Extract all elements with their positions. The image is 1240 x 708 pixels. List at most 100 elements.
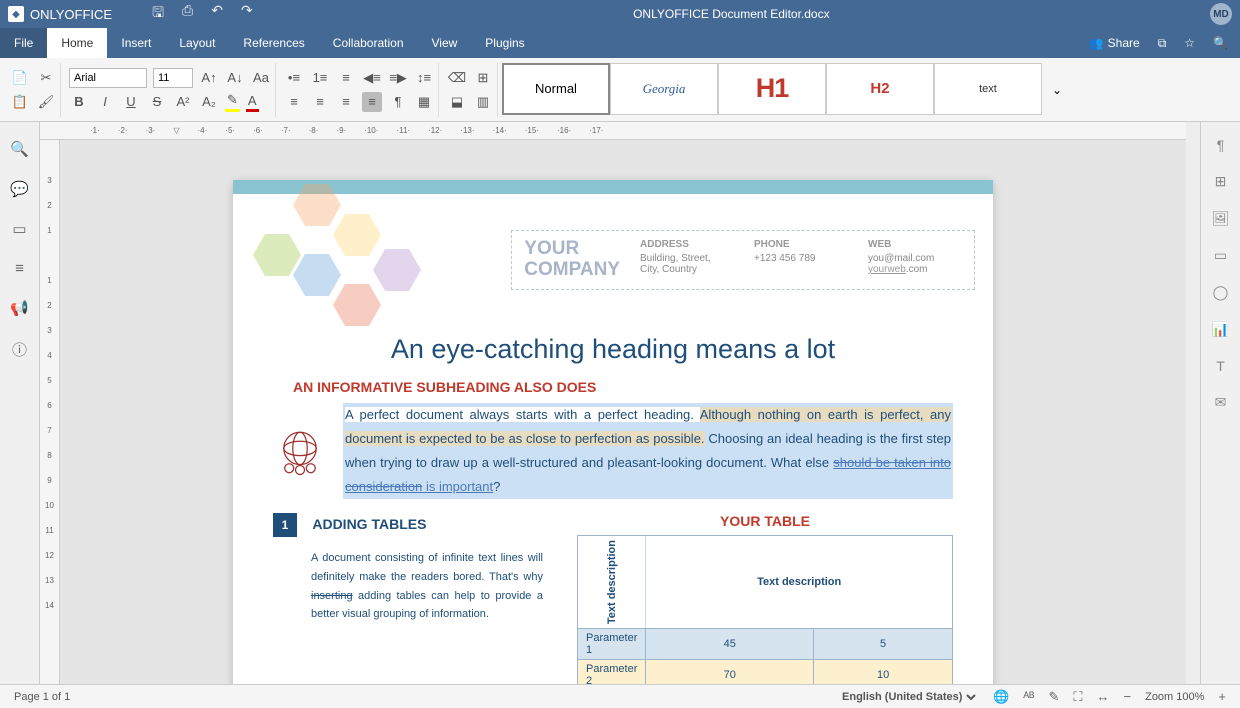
title-bar: ◆ ONLYOFFICE 🖫 ⎙ ↶ ↷ ONLYOFFICE Document… (0, 0, 1240, 28)
style-georgia[interactable]: Georgia (610, 63, 718, 115)
numbering-icon[interactable]: 1≡ (310, 68, 330, 88)
fit-page-icon[interactable]: ⛶ (1073, 689, 1082, 705)
page[interactable]: YOURCOMPANY ADDRESSBuilding, Street,City… (233, 180, 993, 684)
share-button[interactable]: 👥 Share (1089, 36, 1140, 50)
track-changes-icon[interactable]: ✎ (1048, 689, 1059, 705)
chart-settings-icon[interactable]: 📊 (1212, 321, 1229, 338)
web-link[interactable]: yourweb (868, 264, 906, 275)
font-size-select[interactable] (153, 68, 193, 88)
bold-icon[interactable]: B (69, 92, 89, 112)
section-body[interactable]: A document consisting of infinite text l… (273, 549, 543, 624)
underline-icon[interactable]: U (121, 92, 141, 112)
zoom-out-icon[interactable]: − (1124, 689, 1132, 704)
comments-icon[interactable]: 💬 (10, 180, 29, 198)
style-expand-icon[interactable]: ⌄ (1042, 63, 1072, 117)
tab-references[interactable]: References (229, 28, 318, 58)
vertical-scrollbar[interactable] (1186, 122, 1200, 684)
style-text[interactable]: text (934, 63, 1042, 115)
tab-plugins[interactable]: Plugins (471, 28, 538, 58)
feedback-icon[interactable]: 📢 (10, 299, 29, 317)
justify-icon[interactable]: ≡ (362, 92, 382, 112)
increase-indent-icon[interactable]: ≡▶ (388, 68, 408, 88)
strike-icon[interactable]: S (147, 92, 167, 112)
document-area[interactable]: ·1··2··3·▽·4··5··6··7··8··9··10··11··12·… (40, 122, 1186, 684)
cut-icon[interactable]: ✂ (36, 68, 56, 88)
tab-collaboration[interactable]: Collaboration (319, 28, 418, 58)
style-normal[interactable]: Normal (502, 63, 610, 115)
font-family-select[interactable] (69, 68, 147, 88)
align-center-icon[interactable]: ≡ (310, 92, 330, 112)
navigation-icon[interactable]: ≡ (15, 260, 24, 277)
bullets-icon[interactable]: •≡ (284, 68, 304, 88)
zoom-in-icon[interactable]: + (1218, 689, 1226, 704)
find-icon[interactable]: 🔍 (10, 140, 29, 158)
table-row: Parameter 27010 (578, 660, 953, 684)
textart-settings-icon[interactable]: T (1216, 358, 1225, 374)
table-settings-icon[interactable]: ⊞ (1215, 173, 1227, 190)
mail-merge-icon[interactable]: ✉ (1215, 394, 1227, 411)
right-panel: ¶ ⊞ 🖼 ▭ ◯ 📊 T ✉ (1200, 122, 1240, 684)
data-table[interactable]: Text descriptionText description Paramet… (577, 535, 953, 684)
tab-home[interactable]: Home (47, 28, 107, 58)
columns-icon[interactable]: ▥ (473, 92, 493, 112)
favorite-icon[interactable]: ☆ (1184, 36, 1195, 50)
insert-table-icon[interactable]: ⊞ (473, 68, 493, 88)
spell-toggle-icon[interactable]: ᴬᴮ (1023, 689, 1034, 704)
clear-style-icon[interactable]: ⌫ (447, 68, 467, 88)
search-icon[interactable]: 🔍 (1213, 36, 1228, 50)
shape-settings-icon[interactable]: ◯ (1213, 284, 1229, 301)
left-panel: 🔍 💬 ▭ ≡ 📢 ⓘ (0, 122, 40, 684)
highlight-icon[interactable]: ✎ (225, 92, 240, 112)
copy-icon[interactable]: 📄 (10, 68, 30, 88)
align-right-icon[interactable]: ≡ (336, 92, 356, 112)
save-icon[interactable]: 🖫 (152, 2, 164, 26)
fit-width-icon[interactable]: ↔ (1097, 689, 1110, 704)
redo-icon[interactable]: ↷ (241, 2, 253, 26)
chat-icon[interactable]: ▭ (12, 220, 26, 238)
subscript-icon[interactable]: A₂ (199, 92, 219, 112)
page-indicator[interactable]: Page 1 of 1 (14, 691, 70, 703)
about-icon[interactable]: ⓘ (12, 339, 27, 360)
header-settings-icon[interactable]: ▭ (1214, 247, 1227, 264)
decrease-font-icon[interactable]: A↓ (225, 68, 245, 88)
style-h2[interactable]: H2 (826, 63, 934, 115)
line-spacing-icon[interactable]: ↕≡ (414, 68, 434, 88)
shading-icon[interactable]: ▦ (414, 92, 434, 112)
print-icon[interactable]: ⎙ (182, 2, 193, 26)
table-title[interactable]: YOUR TABLE (577, 513, 953, 529)
user-avatar[interactable]: MD (1210, 3, 1232, 25)
spellcheck-icon[interactable]: 🌐 (993, 689, 1009, 705)
zoom-level[interactable]: Zoom 100% (1145, 691, 1204, 703)
company-info: YOURCOMPANY ADDRESSBuilding, Street,City… (511, 230, 975, 290)
style-h1[interactable]: H1 (718, 63, 826, 115)
paragraph-settings-icon[interactable]: ¶ (1217, 137, 1225, 153)
font-color-icon[interactable]: A (246, 92, 259, 112)
section-title[interactable]: ADDING TABLES (312, 516, 426, 532)
image-settings-icon[interactable]: 🖼 (1212, 210, 1230, 227)
decrease-indent-icon[interactable]: ◀≡ (362, 68, 382, 88)
superscript-icon[interactable]: A² (173, 92, 193, 112)
increase-font-icon[interactable]: A↑ (199, 68, 219, 88)
language-select[interactable]: English (United States) (838, 690, 979, 704)
merge-icon[interactable]: ⬓ (447, 92, 467, 112)
body-paragraph[interactable]: A perfect document always starts with a … (343, 403, 953, 499)
sub-heading[interactable]: AN INFORMATIVE SUBHEADING ALSO DOES (233, 379, 993, 403)
tab-layout[interactable]: Layout (165, 28, 229, 58)
change-case-icon[interactable]: Aa (251, 68, 271, 88)
align-left-icon[interactable]: ≡ (284, 92, 304, 112)
main-heading[interactable]: An eye-catching heading means a lot (233, 324, 993, 379)
tab-insert[interactable]: Insert (107, 28, 165, 58)
horizontal-ruler[interactable]: ·1··2··3·▽·4··5··6··7··8··9··10··11··12·… (40, 122, 1186, 140)
paragraph-mark-icon[interactable]: ¶ (388, 92, 408, 112)
undo-icon[interactable]: ↶ (211, 2, 223, 26)
document-title: ONLYOFFICE Document Editor.docx (253, 7, 1210, 21)
italic-icon[interactable]: I (95, 92, 115, 112)
tab-file[interactable]: File (0, 28, 47, 58)
multilevel-icon[interactable]: ≡ (336, 68, 356, 88)
format-painter-icon[interactable]: 🖌 (36, 92, 56, 112)
open-location-icon[interactable]: ⧉ (1158, 36, 1167, 51)
tab-view[interactable]: View (418, 28, 472, 58)
vertical-ruler[interactable]: 3211234567891011121314 (40, 140, 60, 684)
paste-icon[interactable]: 📋 (10, 92, 30, 112)
quick-access-toolbar: 🖫 ⎙ ↶ ↷ (152, 2, 253, 26)
